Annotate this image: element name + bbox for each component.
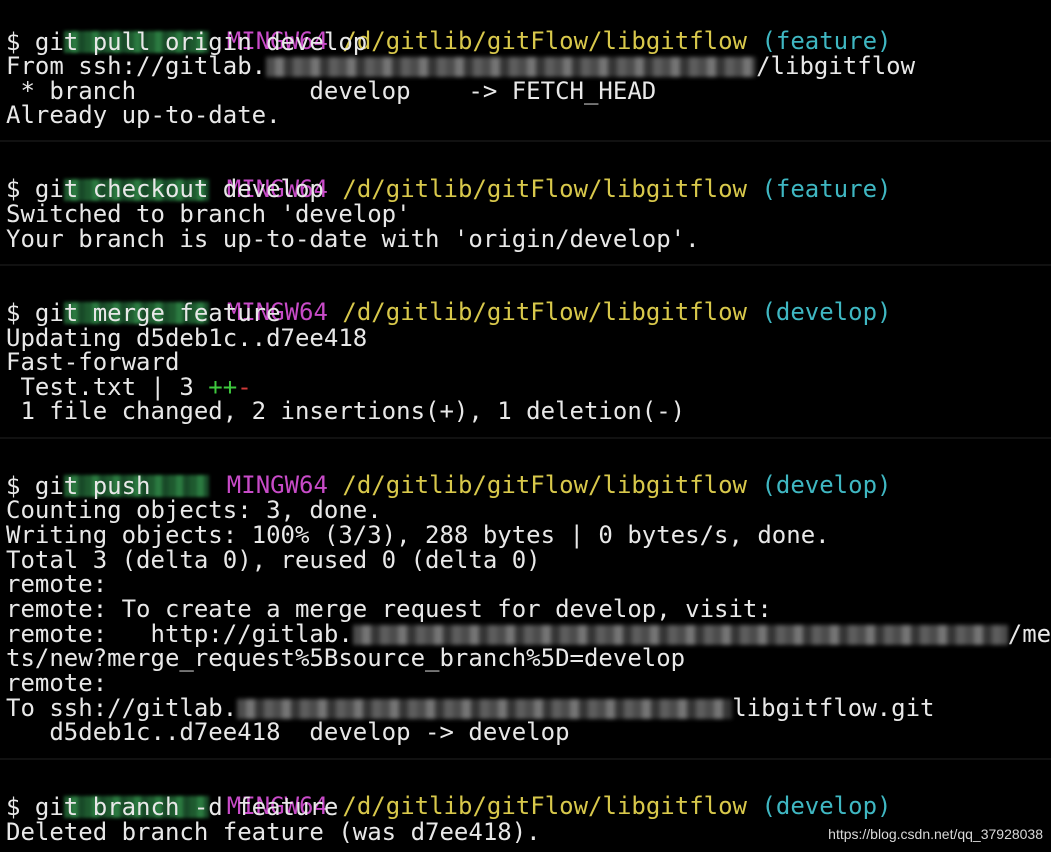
command-line: $ git pull origin develop <box>6 28 368 56</box>
prompt-path: /d/gitlib/gitFlow/libgitflow <box>342 27 747 55</box>
output-line: Your branch is up-to-date with 'origin/d… <box>6 225 700 253</box>
output-line: Updating d5deb1c..d7ee418 <box>6 324 368 352</box>
command-line: $ git checkout develop <box>6 175 324 203</box>
output-line: remote: To create a merge request for de… <box>6 595 772 623</box>
output-line: Already up-to-date. <box>6 101 281 129</box>
output-line: d5deb1c..d7ee418 develop -> develop <box>6 718 570 746</box>
divider <box>0 264 1051 266</box>
output-line: ts/new?merge_request%5Bsource_branch%5D=… <box>6 644 686 672</box>
command-line: $ git push <box>6 472 151 500</box>
output-line: Writing objects: 100% (3/3), 288 bytes |… <box>6 521 830 549</box>
output-line: 1 file changed, 2 insertions(+), 1 delet… <box>6 397 686 425</box>
redacted-host <box>352 625 1008 645</box>
output-line: Total 3 (delta 0), reused 0 (delta 0) <box>6 546 541 574</box>
divider <box>0 437 1051 439</box>
command-line: $ git merge feature <box>6 299 281 327</box>
command-line: $ git branch -d feature <box>6 793 339 821</box>
output-line: Fast-forward <box>6 348 180 376</box>
output-line: To ssh://gitlab. libgitflow.git <box>6 694 935 722</box>
output-line: Counting objects: 3, done. <box>6 496 382 524</box>
divider <box>0 758 1051 760</box>
output-line: Switched to branch 'develop' <box>6 200 411 228</box>
prompt-line: MINGW64 /d/gitlib/gitFlow/libgitflow (de… <box>6 449 891 497</box>
prompt-branch: (feature) <box>761 27 892 55</box>
prompt-line: MINGW64 /d/gitlib/gitFlow/libgitflow (de… <box>6 770 891 818</box>
divider <box>0 140 1051 142</box>
prompt-line: MINGW64 /d/gitlib/gitFlow/libgitflow (fe… <box>6 153 891 201</box>
output-line: * branch develop -> FETCH_HEAD <box>6 77 657 105</box>
output-line: remote: http://gitlab./me <box>6 620 1051 648</box>
redacted-host <box>266 57 757 77</box>
redacted-host <box>237 699 733 719</box>
watermark: https://blog.csdn.net/qq_37928038 <box>828 826 1043 842</box>
output-line: Deleted branch feature (was d7ee418). <box>6 818 541 846</box>
output-line: remote: <box>6 669 108 697</box>
diffstat-line: Test.txt | 3 ++- <box>6 373 252 401</box>
output-line: remote: <box>6 570 108 598</box>
prompt-line: MINGW64 /d/gitlib/gitFlow/libgitflow (fe… <box>6 5 891 53</box>
output-line: From ssh://gitlab./libgitflow <box>6 52 916 80</box>
terminal-window[interactable]: MINGW64 /d/gitlib/gitFlow/libgitflow (fe… <box>0 0 1051 852</box>
prompt-line: MINGW64 /d/gitlib/gitFlow/libgitflow (de… <box>6 276 891 324</box>
